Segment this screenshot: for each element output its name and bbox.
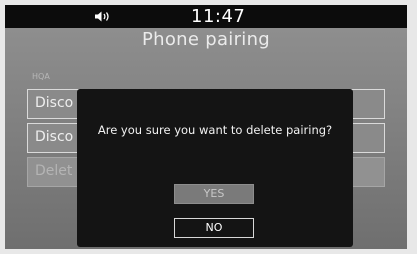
status-bar: 11:47 — [5, 5, 407, 28]
phone-pairing-screen: Phone pairing HQA Disco Disco Delet Are … — [5, 28, 407, 249]
list-item-label: Disco — [35, 95, 74, 111]
dialog-message: Are you sure you want to delete pairing? — [97, 123, 333, 137]
delete-pairing-dialog: Are you sure you want to delete pairing?… — [77, 89, 353, 247]
clock: 11:47 — [191, 6, 246, 27]
no-button[interactable]: NO — [174, 218, 254, 238]
page-title: Phone pairing — [141, 29, 271, 50]
section-label: HQA — [32, 72, 50, 81]
speaker-volume-icon — [95, 11, 109, 22]
list-item-label: Disco — [35, 129, 74, 145]
list-item-label: Delet — [35, 163, 73, 179]
head-unit-display: 11:47 Phone pairing HQA Disco Disco Dele… — [5, 5, 407, 249]
yes-button[interactable]: YES — [174, 184, 254, 204]
